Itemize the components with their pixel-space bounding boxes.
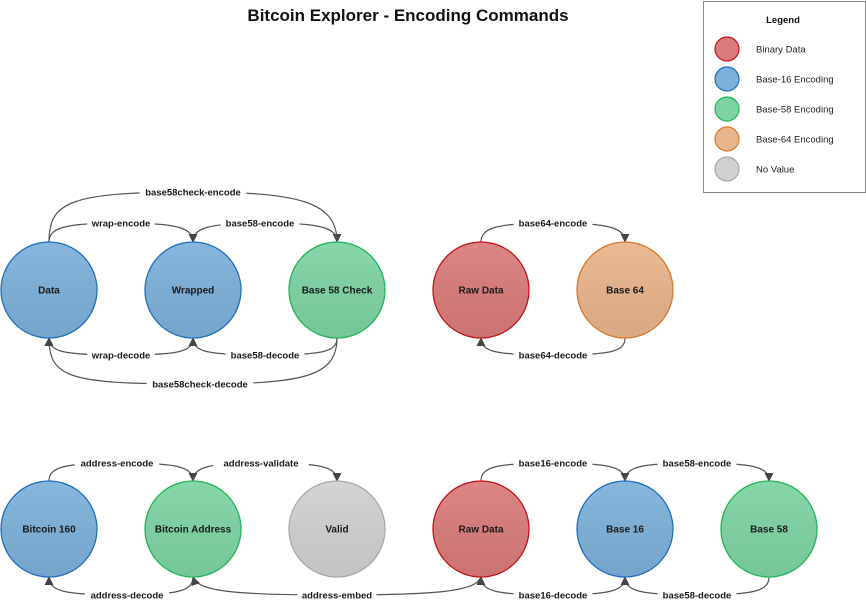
edge-address-validate: address-validate: [192, 457, 342, 482]
edge-label: address-embed: [302, 591, 372, 602]
edge-label: base16-encode: [519, 459, 588, 470]
node-label: Base 16: [606, 525, 644, 536]
node-btc160: Bitcoin 160: [0, 480, 98, 578]
node-b58check: Base 58 Check: [288, 241, 386, 339]
edge-base58check-decode: base58check-decode: [44, 337, 338, 391]
edge-base64-encode: base64-encode: [480, 217, 630, 243]
edge-address-decode: address-decode: [44, 576, 194, 602]
page-title: Bitcoin Explorer - Encoding Commands: [247, 6, 568, 25]
edge-label: base58-decode: [663, 591, 732, 602]
legend-swatch: [714, 156, 740, 182]
node-label: Raw Data: [458, 525, 503, 536]
edge-address-encode: address-encode: [48, 457, 198, 482]
edge-label: address-validate: [224, 459, 299, 470]
legend: Legend Binary Data Base-16 Encoding Base-5…: [703, 1, 866, 193]
legend-swatch: [714, 66, 740, 92]
node-label: Base 58 Check: [302, 286, 373, 297]
node-btcaddr: Bitcoin Address: [144, 480, 242, 578]
node-label: Bitcoin 160: [22, 525, 76, 536]
node-label: Base 64: [606, 286, 644, 297]
encoding-diagram: Bitcoin Explorer - Encoding Commands bas…: [0, 1, 866, 602]
legend-swatch: [714, 126, 740, 152]
edge-label: address-encode: [81, 459, 154, 470]
node-b58: Base 58: [720, 480, 818, 578]
edge-base64-decode: base64-decode: [476, 337, 626, 362]
legend-label: Base-64 Encoding: [756, 135, 834, 146]
edge-base16-encode: base16-encode: [480, 457, 630, 482]
node-label: Wrapped: [172, 286, 215, 297]
edge-label: wrap-encode: [91, 219, 151, 230]
edge-base58check-encode: base58check-encode: [48, 186, 342, 243]
node-label: Valid: [325, 525, 348, 536]
edge-base58-decode: base58-decode: [620, 576, 770, 602]
node-wrapped: Wrapped: [144, 241, 242, 339]
node-label: Bitcoin Address: [155, 525, 232, 536]
node-b64: Base 64: [576, 241, 674, 339]
edge-base58-encode: base58-encode: [624, 457, 774, 482]
edge-base16-decode: base16-decode: [476, 576, 626, 602]
node-raw2: Raw Data: [432, 480, 530, 578]
node-b16: Base 16: [576, 480, 674, 578]
edge-label: base64-encode: [519, 219, 588, 230]
node-raw1: Raw Data: [432, 241, 530, 339]
edge-label: address-decode: [91, 591, 164, 602]
legend-label: No Value: [756, 165, 794, 176]
edge-label: base64-decode: [519, 351, 588, 362]
node-data: Data: [0, 241, 98, 339]
edge-label: base58check-decode: [152, 380, 248, 391]
edge-label: wrap-decode: [91, 351, 151, 362]
nodes-layer: Data Wrapped Base 58 Check Raw Data Base 64 B…: [0, 241, 818, 578]
edge-label: base58check-encode: [145, 188, 241, 199]
edge-wrap-encode: wrap-encode: [48, 217, 198, 243]
legend-label: Base-58 Encoding: [756, 105, 834, 116]
edge-label: base58-encode: [226, 219, 295, 230]
edge-wrap-decode: wrap-decode: [44, 337, 194, 362]
edge-base58-encode: base58-encode: [188, 217, 338, 243]
edge-base58-decode: base58-decode: [188, 337, 338, 362]
edge-address-embed: address-embed: [191, 576, 482, 602]
node-valid: Valid: [288, 480, 386, 578]
legend-label: Base-16 Encoding: [756, 75, 834, 86]
edge-label: base58-decode: [231, 351, 300, 362]
legend-swatch: [714, 36, 740, 62]
node-label: Base 58: [750, 525, 788, 536]
node-label: Raw Data: [458, 286, 503, 297]
legend-label: Binary Data: [756, 45, 806, 56]
node-label: Data: [38, 286, 60, 297]
edge-label: base16-decode: [519, 591, 588, 602]
legend-title: Legend: [766, 15, 800, 26]
edge-label: base58-encode: [663, 459, 732, 470]
legend-swatch: [714, 96, 740, 122]
